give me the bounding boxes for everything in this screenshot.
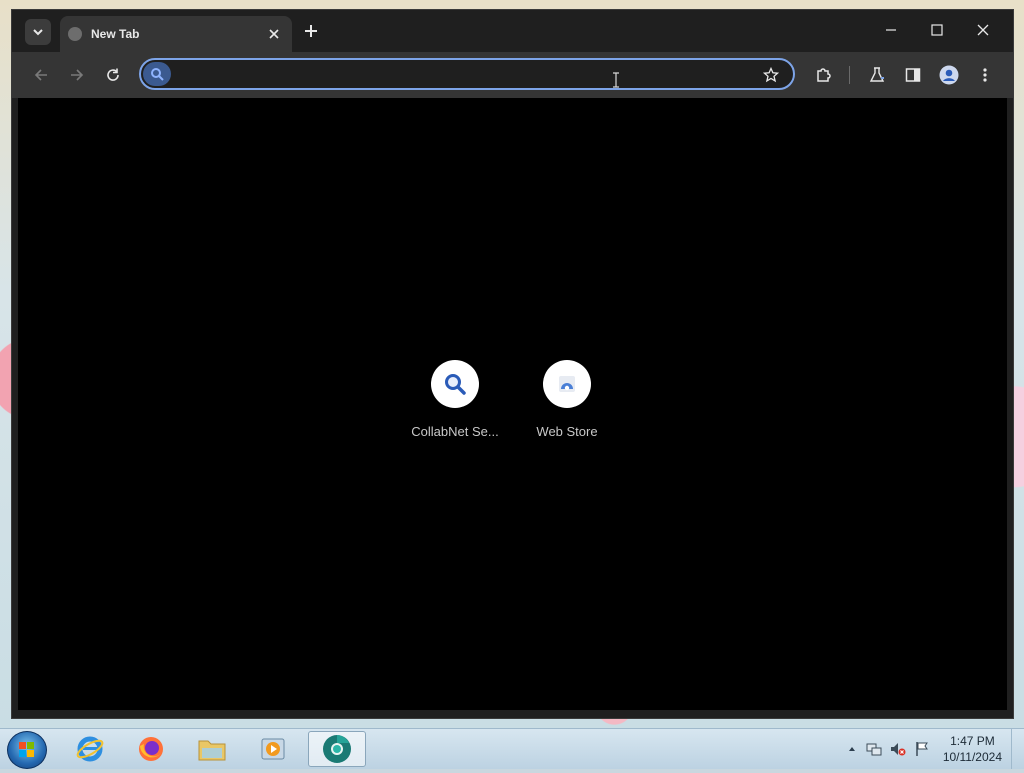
new-tab-page: CollabNet Se... Web Store [18,98,1007,710]
bookmark-star-button[interactable] [761,65,781,85]
firefox-icon [139,737,163,761]
globe-icon [68,27,82,41]
address-bar[interactable] [139,58,795,90]
shortcut-label: CollabNet Se... [411,424,499,439]
shortcut-web-store[interactable]: Web Store [511,360,623,439]
taskbar-firefox[interactable] [123,731,179,767]
labs-button[interactable] [865,63,889,87]
forward-button[interactable] [65,63,89,87]
browser-toolbar [12,52,1013,98]
profile-button[interactable] [937,63,961,87]
puzzle-icon [817,68,831,82]
flag-icon [916,742,928,756]
show-desktop-button[interactable] [1011,729,1024,769]
tab-search-button[interactable] [25,19,51,45]
taskbar: 1:47 PM 10/11/2024 [0,728,1024,769]
back-button[interactable] [29,63,53,87]
tab-title: New Tab [91,27,140,41]
menu-button[interactable] [973,63,997,87]
search-icon [151,68,164,81]
tray-expand-button[interactable] [844,741,860,757]
side-panel-icon [905,68,921,82]
shortcut-icon-circle [543,360,591,408]
minimize-button[interactable] [876,18,906,42]
clock-date: 10/11/2024 [942,750,1002,764]
close-window-button[interactable] [968,18,998,42]
taskbar-media-player[interactable] [245,731,301,767]
network-icon [866,743,882,756]
volume-muted-icon [891,743,906,756]
text-cursor-icon [613,72,619,88]
new-tab-button[interactable] [301,21,321,41]
maximize-icon [931,24,943,36]
chrome-icon [323,735,351,763]
shortcut-label: Web Store [536,424,598,439]
search-icon [445,374,466,395]
taskbar-internet-explorer[interactable] [62,731,118,767]
tray-volume[interactable] [890,741,906,757]
star-icon [763,67,779,83]
shortcut-collabnet[interactable]: CollabNet Se... [399,360,511,439]
internet-explorer-icon [76,736,104,762]
tray-network[interactable] [866,741,882,757]
plus-icon [305,25,317,37]
omnibox-search-icon [143,62,171,86]
side-panel-button[interactable] [901,63,925,87]
tab-new-tab[interactable]: New Tab [60,16,292,52]
taskbar-chrome-beta[interactable] [308,731,366,767]
maximize-button[interactable] [922,18,952,42]
reload-button[interactable] [101,63,125,87]
windows-logo-icon [19,742,34,757]
web-store-icon [559,376,575,392]
chevron-up-icon [849,747,855,751]
profile-icon [939,65,959,85]
reload-icon [107,68,119,81]
tab-strip: New Tab [12,10,1013,52]
chevron-down-icon [33,29,43,36]
shortcut-icon-circle [431,360,479,408]
taskbar-windows-explorer[interactable] [184,731,240,767]
media-player-icon [261,738,285,760]
close-icon [269,29,279,39]
tab-close-button[interactable] [266,26,282,42]
taskbar-clock[interactable]: 1:47 PM 10/11/2024 [943,733,1002,765]
close-icon [977,24,989,36]
minimize-icon [886,29,896,31]
browser-window: New Tab CollabNet Se... Web Store [11,9,1014,719]
flask-icon [869,67,885,82]
back-arrow-icon [34,69,47,81]
start-button[interactable] [7,731,47,769]
folder-icon [198,740,226,761]
kebab-menu-icon [983,68,987,82]
forward-arrow-icon [71,69,84,81]
clock-time: 1:47 PM [950,734,995,748]
address-input[interactable] [175,63,739,87]
toolbar-separator [849,66,850,84]
tray-action-center[interactable] [914,741,930,757]
extensions-button[interactable] [812,63,836,87]
